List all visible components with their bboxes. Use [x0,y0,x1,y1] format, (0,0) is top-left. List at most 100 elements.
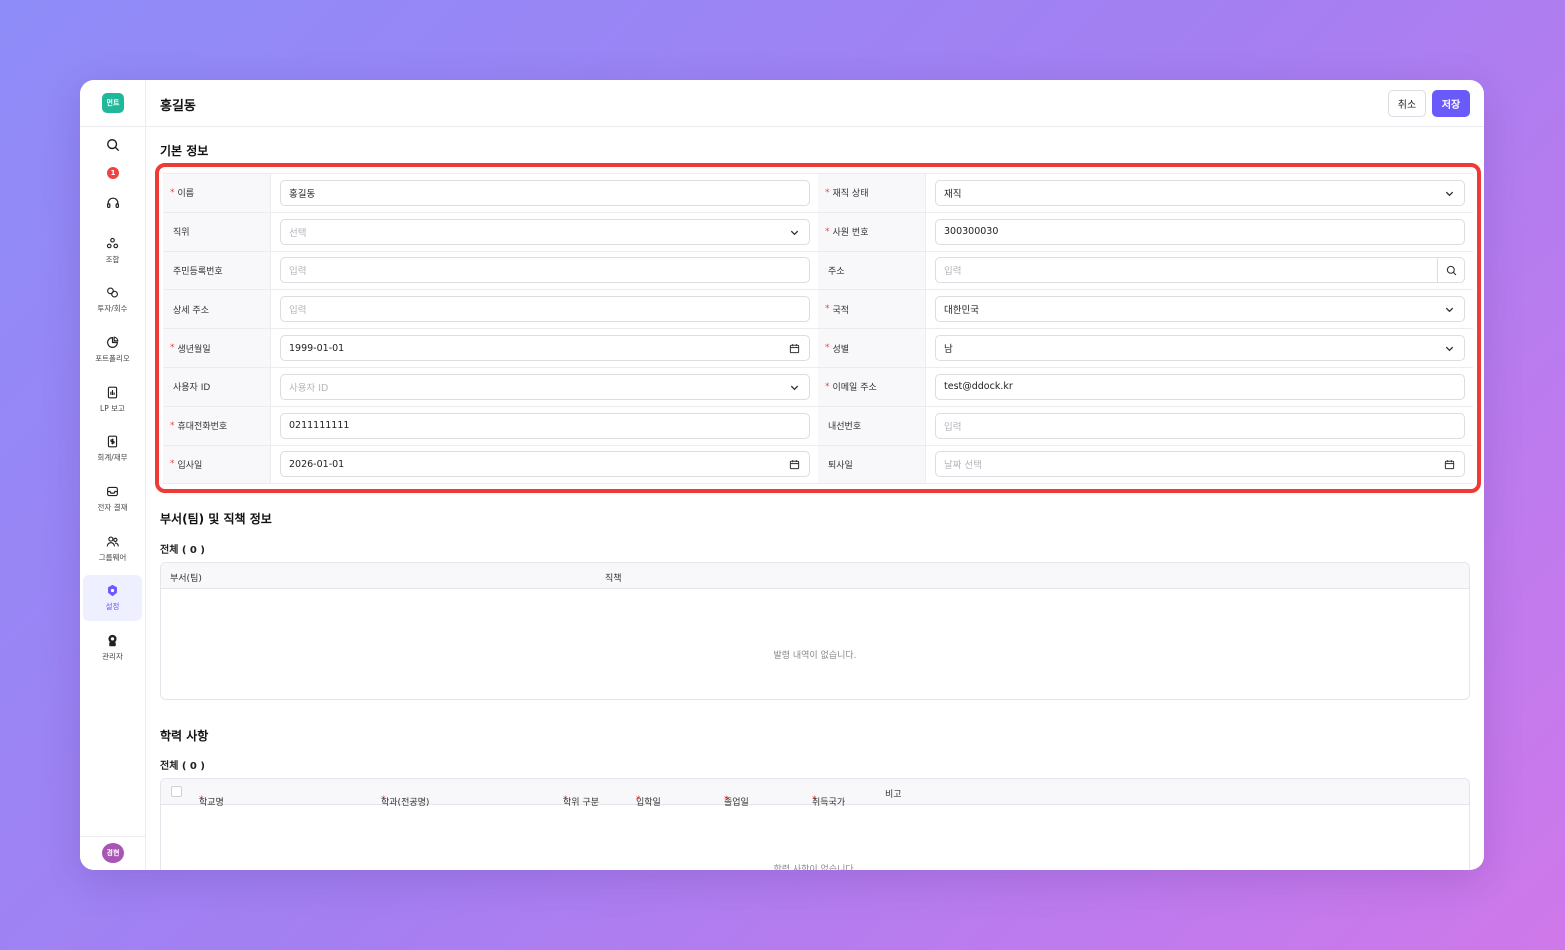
position-select[interactable]: 선택 [280,218,810,245]
resident-number-input[interactable]: 입력 [280,257,810,284]
nav-item-lp-report[interactable]: LP 보고 [83,377,142,423]
nav-item-fund[interactable]: 조합 [83,228,142,274]
birthdate-picker[interactable]: 1999-01-01 [280,335,810,362]
form-row: 사용자 ID 사용자 ID * 이메일 주소 test@ddock.kr [163,367,1473,407]
cancel-button[interactable]: 취소 [1388,90,1426,117]
notification-badge[interactable]: 1 [107,167,119,179]
address-search-button[interactable] [1437,258,1464,283]
accounting-icon [107,435,118,448]
field-label-extension: 내선번호 [818,406,926,445]
nav-label: 투자/회수 [97,304,128,313]
nav-item-groupware[interactable]: 그룹웨어 [83,526,142,572]
nav-item-investment[interactable]: 투자/회수 [83,277,142,323]
name-input[interactable]: 홍길동 [280,179,810,206]
field-label-leave-date: 퇴사일 [818,445,926,484]
field-label-join-date: * 입사일 [163,445,271,484]
gear-icon [108,584,117,597]
search-icon [1446,265,1456,276]
field-label-address: 주소 [818,251,926,290]
email-field[interactable]: test@ddock.kr [935,373,1465,400]
select-all-checkbox[interactable] [171,786,182,797]
mobile-input[interactable]: 0211111111 [280,412,810,439]
nationality-select[interactable]: 대한민국 [935,296,1465,323]
field-label-name: * 이름 [163,174,271,212]
investment-icon [107,287,118,298]
main-content: 기본 정보 * 이름 홍길동 * 재직 상태 재직 직위 선택 * 사원 번호 … [155,127,1481,870]
nav-label: 조합 [105,255,120,264]
page-title: 홍길동 [160,99,196,114]
calendar-icon [1444,460,1455,470]
report-icon [107,386,118,399]
fund-icon [106,237,119,249]
app-logo[interactable]: 먼트 [102,93,124,113]
divider [80,836,146,837]
education-table: * 학교명 * 학과(전공명) * 학위 구분 * 입학일 * 졸업일 * 취득국가 비고 … [160,778,1470,870]
nav-label: 전자 결재 [97,503,128,512]
employee-number-input[interactable]: 300300030 [935,218,1465,245]
nav-label: 그룹웨어 [98,553,127,562]
headset-icon[interactable] [80,196,146,210]
extension-input[interactable]: 입력 [935,412,1465,439]
chevron-down-icon [790,230,799,235]
form-row: * 입사일 2026-01-01 퇴사일 날짜 선택 [163,445,1473,485]
field-label-position: 직위 [163,212,271,251]
field-label-detail-address: 상세 주소 [163,290,271,329]
nav-label: 설정 [105,602,120,611]
empty-message: 발령 내역이 없습니다. [773,651,857,661]
empty-message: 학력 사항이 없습니다. [773,865,857,870]
inbox-icon [107,486,118,497]
form-row: * 휴대전화번호 0211111111 내선번호 입력 [163,406,1473,446]
field-label-birthdate: * 생년월일 [163,329,271,367]
leave-date-picker[interactable]: 날짜 선택 [935,451,1465,478]
nav-label: 포트폴리오 [95,354,130,363]
field-label-mobile: * 휴대전화번호 [163,406,271,445]
employment-status-select[interactable]: 재직 [935,179,1465,206]
nav-label: LP 보고 [100,404,125,413]
department-count: 전체 ( 0 ) [160,545,205,556]
nav-label: 관리자 [102,652,123,661]
sidebar: 먼트 1 조합 투자/회수 포트폴리오 LP 보고 회계/재무 전자 결재 그룹… [80,80,146,870]
field-label-gender: * 성별 [818,329,926,367]
admin-icon [108,634,117,647]
users-icon [106,536,119,547]
page-header: 홍길동 취소 저장 [146,80,1484,127]
avatar[interactable]: 경현 [102,843,124,863]
nav-item-admin[interactable]: 관리자 [83,625,142,671]
column-header: 부서(팀) [170,574,202,584]
nav-item-approval[interactable]: 전자 결재 [83,476,142,522]
section-title-basic-info: 기본 정보 [160,144,209,158]
gender-select[interactable]: 남 [935,335,1465,362]
field-label-nationality: * 국적 [818,290,926,329]
address-input[interactable]: 입력 [935,257,1465,284]
basic-info-form: * 이름 홍길동 * 재직 상태 재직 직위 선택 * 사원 번호 300300030 [163,173,1473,485]
nav-item-settings[interactable]: 설정 [83,575,142,621]
nav-label: 회계/재무 [97,453,128,462]
column-header: 직책 [605,574,622,584]
form-row: * 이름 홍길동 * 재직 상태 재직 [163,174,1473,213]
nav-item-portfolio[interactable]: 포트폴리오 [83,327,142,373]
user-id-select[interactable]: 사용자 ID [280,373,810,400]
divider [80,126,146,127]
form-row: 주민등록번호 입력 주소 입력 [163,251,1473,291]
form-row: * 생년월일 1999-01-01 * 성별 남 [163,329,1473,368]
chevron-down-icon [1445,191,1454,197]
pie-chart-icon [107,336,119,348]
section-title-department: 부서(팀) 및 직책 정보 [160,512,272,526]
field-label-user-id: 사용자 ID [163,367,271,406]
table-header: * 학교명 * 학과(전공명) * 학위 구분 * 입학일 * 졸업일 * 취득국가 비고 [161,779,1469,808]
department-table: 부서(팀) 직책 발령 내역이 없습니다. [160,562,1470,700]
calendar-icon [789,460,800,470]
detail-address-input[interactable]: 입력 [280,296,810,323]
join-date-picker[interactable]: 2026-01-01 [280,451,810,478]
form-row: 상세 주소 입력 * 국적 대한민국 [163,290,1473,330]
table-header: 부서(팀) 직책 [161,563,1469,589]
form-row: 직위 선택 * 사원 번호 300300030 [163,212,1473,252]
calendar-icon [789,344,800,354]
search-icon[interactable] [80,138,146,152]
field-label-employment-status: * 재직 상태 [818,174,926,212]
chevron-down-icon [1445,307,1454,313]
nav-item-accounting[interactable]: 회계/재무 [83,426,142,472]
education-count: 전체 ( 0 ) [160,761,205,772]
save-button[interactable]: 저장 [1432,90,1470,117]
column-header: 비고 [885,790,902,800]
